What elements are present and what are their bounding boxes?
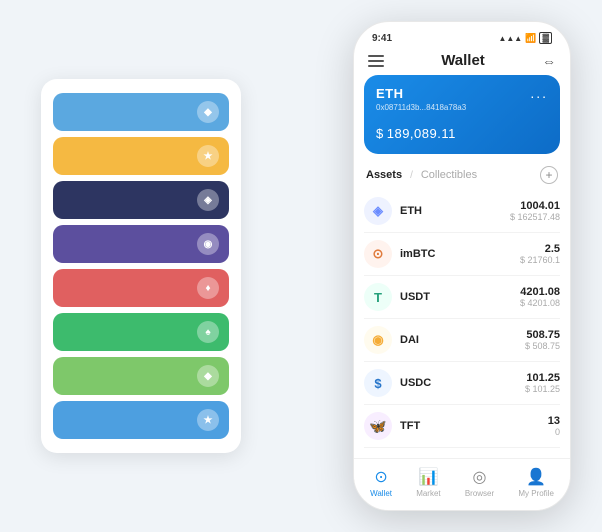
card-item-1[interactable]: ★ (53, 137, 229, 175)
asset-amount: 4201.08 (520, 286, 560, 298)
add-asset-button[interactable]: + (540, 166, 558, 184)
card-icon: ♦ (197, 277, 219, 299)
scene: ◆ ★ ◈ ◉ ♦ ♠ ◆ ★ 9:41 ▲▲▲ 📶 ▓ Wallet ⇔ ETH ... (11, 11, 591, 521)
asset-name-eth: ETH (400, 205, 502, 217)
asset-usd: $ 21760.1 (520, 255, 560, 265)
nav-icon-my-profile: 👤 (526, 467, 546, 487)
asset-values-imbtc: 2.5$ 21760.1 (520, 243, 560, 265)
asset-row[interactable]: ⊙ imBTC 2.5$ 21760.1 (364, 233, 560, 276)
eth-balance: $189,089.11 (376, 118, 548, 144)
asset-amount: 101.25 (525, 372, 560, 384)
nav-item-browser[interactable]: ◎ Browser (465, 467, 494, 498)
card-item-2[interactable]: ◈ (53, 181, 229, 219)
tab-assets[interactable]: Assets (366, 169, 402, 181)
asset-icon-usdt: T (364, 283, 392, 311)
asset-icon-dai: ◉ (364, 326, 392, 354)
nav-icon-market: 📊 (418, 467, 438, 487)
card-item-0[interactable]: ◆ (53, 93, 229, 131)
nav-label-browser: Browser (465, 489, 494, 498)
status-bar: 9:41 ▲▲▲ 📶 ▓ (354, 22, 570, 48)
nav-icon-browser: ◎ (473, 467, 487, 487)
asset-values-tft: 130 (548, 415, 560, 437)
asset-name-usdc: USDC (400, 377, 517, 389)
asset-name-tft: TFT (400, 420, 540, 432)
card-icon: ◆ (197, 101, 219, 123)
card-item-7[interactable]: ★ (53, 401, 229, 439)
eth-balance-symbol: $ (376, 126, 384, 141)
nav-item-wallet[interactable]: ⊙ Wallet (370, 467, 392, 498)
asset-name-imbtc: imBTC (400, 248, 512, 260)
asset-values-usdt: 4201.08$ 4201.08 (520, 286, 560, 308)
assets-tabs: Assets / Collectibles (366, 169, 477, 181)
asset-values-eth: 1004.01$ 162517.48 (510, 200, 560, 222)
asset-values-usdc: 101.25$ 101.25 (525, 372, 560, 394)
card-icon: ◈ (197, 189, 219, 211)
nav-item-my-profile[interactable]: 👤 My Profile (518, 467, 554, 498)
nav-label-wallet: Wallet (370, 489, 392, 498)
asset-usd: $ 162517.48 (510, 212, 560, 222)
page-title: Wallet (441, 52, 485, 69)
card-item-5[interactable]: ♠ (53, 313, 229, 351)
top-nav: Wallet ⇔ (354, 48, 570, 75)
phone-frame: 9:41 ▲▲▲ 📶 ▓ Wallet ⇔ ETH ... 0x08711d3b… (353, 21, 571, 511)
asset-usd: 0 (548, 427, 560, 437)
battery-icon: ▓ (539, 32, 552, 44)
eth-balance-value: 189,089.11 (387, 126, 456, 141)
asset-amount: 1004.01 (510, 200, 560, 212)
assets-header: Assets / Collectibles + (354, 162, 570, 190)
asset-icon-imbtc: ⊙ (364, 240, 392, 268)
asset-row[interactable]: ◈ ETH 1004.01$ 162517.48 (364, 190, 560, 233)
add-icon: + (545, 168, 552, 182)
asset-usd: $ 4201.08 (520, 298, 560, 308)
time-display: 9:41 (372, 33, 392, 44)
eth-card: ETH ... 0x08711d3b...8418a78a3 $189,089.… (364, 75, 560, 154)
nav-label-market: Market (416, 489, 440, 498)
eth-address: 0x08711d3b...8418a78a3 (376, 103, 548, 112)
card-item-6[interactable]: ◆ (53, 357, 229, 395)
card-icon: ◉ (197, 233, 219, 255)
card-icon: ♠ (197, 321, 219, 343)
eth-card-label: ETH (376, 86, 404, 101)
asset-row[interactable]: T USDT 4201.08$ 4201.08 (364, 276, 560, 319)
expand-icon[interactable]: ⇔ (542, 53, 556, 69)
asset-amount: 13 (548, 415, 560, 427)
nav-label-my-profile: My Profile (518, 489, 554, 498)
asset-name-dai: DAI (400, 334, 517, 346)
asset-amount: 2.5 (520, 243, 560, 255)
card-icon: ◆ (197, 365, 219, 387)
eth-card-menu[interactable]: ... (530, 85, 548, 101)
bottom-nav: ⊙ Wallet 📊 Market ◎ Browser 👤 My Profile (354, 458, 570, 510)
card-stack: ◆ ★ ◈ ◉ ♦ ♠ ◆ ★ (41, 79, 241, 453)
asset-icon-eth: ◈ (364, 197, 392, 225)
asset-icon-tft: 🦋 (364, 412, 392, 440)
menu-button[interactable] (368, 55, 384, 67)
asset-values-dai: 508.75$ 508.75 (525, 329, 560, 351)
nav-item-market[interactable]: 📊 Market (416, 467, 440, 498)
tab-divider: / (410, 170, 413, 181)
signal-icon: ▲▲▲ (498, 34, 522, 43)
card-item-4[interactable]: ♦ (53, 269, 229, 307)
asset-list: ◈ ETH 1004.01$ 162517.48 ⊙ imBTC 2.5$ 21760.1… (354, 190, 570, 458)
card-icon: ★ (197, 409, 219, 431)
asset-usd: $ 101.25 (525, 384, 560, 394)
asset-row[interactable]: 🦋 TFT 130 (364, 405, 560, 448)
card-icon: ★ (197, 145, 219, 167)
asset-row[interactable]: $ USDC 101.25$ 101.25 (364, 362, 560, 405)
status-icons: ▲▲▲ 📶 ▓ (498, 32, 552, 44)
nav-icon-wallet: ⊙ (374, 467, 387, 487)
tab-collectibles[interactable]: Collectibles (421, 169, 477, 181)
asset-amount: 508.75 (525, 329, 560, 341)
card-item-3[interactable]: ◉ (53, 225, 229, 263)
asset-row[interactable]: ◉ DAI 508.75$ 508.75 (364, 319, 560, 362)
asset-icon-usdc: $ (364, 369, 392, 397)
wifi-icon: 📶 (525, 33, 536, 44)
asset-name-usdt: USDT (400, 291, 512, 303)
asset-usd: $ 508.75 (525, 341, 560, 351)
